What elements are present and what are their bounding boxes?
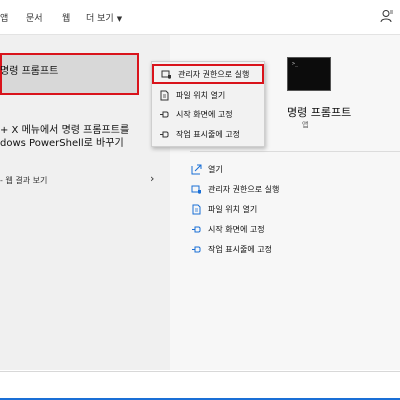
tab-more[interactable]: 더 보기 ▼ bbox=[86, 11, 122, 24]
context-menu-item-label: 작업 표시줄에 고정 bbox=[176, 129, 240, 139]
chevron-right-icon[interactable]: › bbox=[150, 172, 154, 185]
app-name: 명령 프롬프트 bbox=[287, 106, 352, 119]
settings-tip-line2[interactable]: dows PowerShell로 바꾸기 bbox=[0, 134, 124, 149]
context-menu-item-pin-to-taskbar[interactable]: 작업 표시줄에 고정 bbox=[152, 124, 264, 144]
divider bbox=[190, 151, 400, 152]
context-menu-item-open-file-location[interactable]: 파일 위치 열기 bbox=[152, 85, 264, 105]
pin-icon bbox=[160, 131, 169, 137]
web-results-link[interactable]: - 웹 결과 보기 bbox=[0, 175, 47, 186]
action-run-as-admin[interactable]: 관리자 권한으로 실행 bbox=[191, 184, 279, 195]
best-match-item[interactable]: 명령 프롬프트 bbox=[0, 53, 139, 95]
chevron-down-icon: ▼ bbox=[116, 14, 123, 23]
search-input[interactable] bbox=[0, 371, 400, 400]
command-prompt-app-icon: >_ bbox=[287, 57, 331, 91]
action-pin-to-taskbar-label: 작업 표시줄에 고정 bbox=[208, 245, 272, 254]
action-pin-to-start-label: 시작 화면에 고정 bbox=[208, 225, 265, 234]
context-menu-item-label: 파일 위치 열기 bbox=[176, 90, 226, 100]
shield-admin-icon bbox=[191, 185, 201, 194]
open-icon bbox=[191, 164, 202, 175]
pin-icon bbox=[160, 111, 169, 117]
context-menu-item-pin-to-start[interactable]: 시작 화면에 고정 bbox=[152, 104, 264, 124]
file-location-icon bbox=[160, 90, 169, 100]
tab-documents[interactable]: 문서 bbox=[26, 11, 43, 24]
context-menu-item-label: 시작 화면에 고정 bbox=[176, 109, 233, 119]
action-open-label: 열기 bbox=[208, 165, 223, 174]
results-list-pane: 명령 프롬프트 + X 메뉴에서 명령 프롬프트를 dows PowerShel… bbox=[0, 35, 170, 370]
context-menu-item-label: 관리자 권한으로 실행 bbox=[178, 69, 250, 79]
account-icon[interactable] bbox=[380, 9, 394, 23]
terminal-glyph: >_ bbox=[292, 61, 299, 67]
pin-icon bbox=[192, 226, 201, 233]
tab-apps[interactable]: 앱 bbox=[0, 11, 8, 24]
action-pin-to-start[interactable]: 시작 화면에 고정 bbox=[191, 224, 265, 235]
context-menu-item-run-as-admin[interactable]: 관리자 권한으로 실행 bbox=[152, 64, 264, 84]
context-menu: 관리자 권한으로 실행 파일 위치 열기 시작 화면에 고정 작업 표시줄에 고… bbox=[151, 61, 265, 147]
action-open-file-location[interactable]: 파일 위치 열기 bbox=[191, 204, 257, 215]
action-run-as-admin-label: 관리자 권한으로 실행 bbox=[208, 185, 280, 194]
file-location-icon bbox=[192, 204, 201, 215]
action-open[interactable]: 열기 bbox=[191, 164, 223, 175]
action-open-file-location-label: 파일 위치 열기 bbox=[208, 205, 258, 214]
app-type: 앱 bbox=[302, 121, 309, 129]
search-tab-bar: 앱 문서 웹 더 보기 ▼ bbox=[0, 0, 400, 35]
action-pin-to-taskbar[interactable]: 작업 표시줄에 고정 bbox=[191, 244, 272, 255]
pin-icon bbox=[192, 246, 201, 253]
tab-more-label: 더 보기 bbox=[86, 14, 114, 24]
tab-web[interactable]: 웹 bbox=[62, 11, 70, 24]
best-match-title: 명령 프롬프트 bbox=[0, 66, 59, 77]
shield-admin-icon bbox=[161, 70, 171, 79]
